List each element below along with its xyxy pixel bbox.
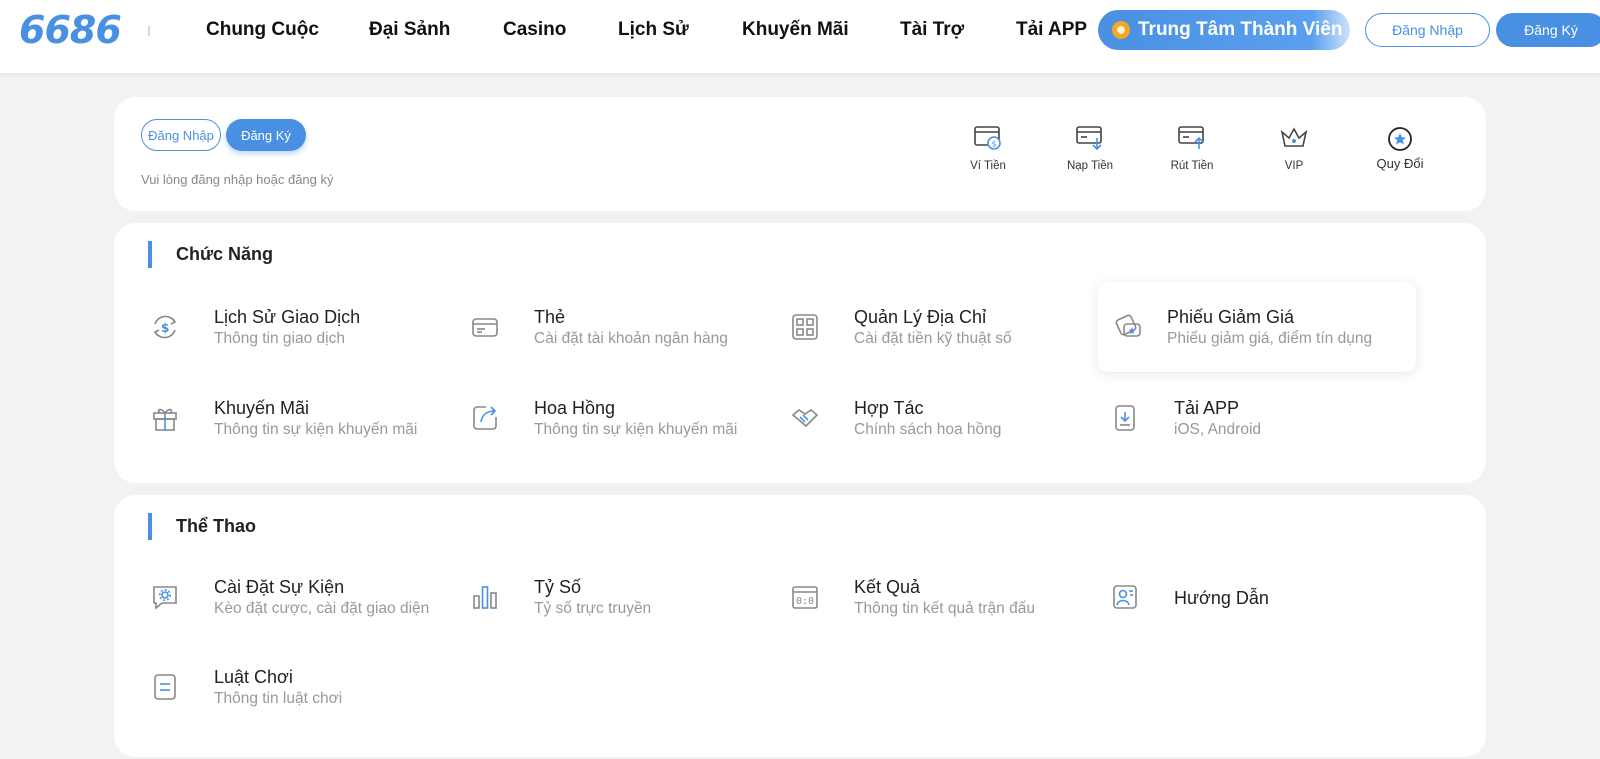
quick-exchange[interactable]: Quy Đổi (1360, 124, 1440, 171)
member-emoji-icon (1112, 21, 1130, 39)
sport-title: Luật Chơi (214, 667, 293, 687)
site-logo[interactable]: 6686 (19, 8, 122, 52)
nav-dai-sanh[interactable]: Đại Sảnh (369, 0, 450, 60)
chat-gear-icon (153, 586, 177, 610)
func-subtitle: Phiếu giảm giá, điểm tín dụng (1167, 330, 1373, 347)
sport-title: Hướng Dẫn (1174, 588, 1269, 608)
sports-section-title: Thể Thao (148, 513, 256, 540)
func-subtitle: Thông tin sự kiện khuyến mãi (534, 421, 738, 438)
handshake-icon (791, 409, 819, 428)
sports-card: Thể Thao Cài Đặt Sự Kiện Kèo đặt cược, c… (114, 495, 1486, 757)
func-subtitle: Cài đặt tài khoản ngân hàng (534, 330, 728, 347)
quick-withdraw[interactable]: Rút Tiền (1152, 124, 1232, 172)
svg-text:$: $ (161, 321, 169, 335)
func-title: Thẻ (534, 307, 566, 327)
dollar-cycle-icon: $ (153, 315, 177, 339)
func-commission[interactable]: Hoa Hồng Thông tin sự kiện khuyến mãi (444, 373, 760, 463)
func-subtitle: Chính sách hoa hồng (854, 421, 1002, 438)
nav-khuyen-mai[interactable]: Khuyến Mãi (742, 0, 849, 60)
func-subtitle: iOS, Android (1174, 421, 1262, 438)
svg-text:$: $ (992, 140, 997, 149)
share-arrow-icon (473, 406, 497, 430)
gift-icon (153, 408, 177, 431)
func-cooperation[interactable]: Hợp Tác Chính sách hoa hồng (764, 373, 1080, 463)
quick-wallet[interactable]: $ Ví Tiền (948, 124, 1028, 172)
member-center-button[interactable]: Trung Tâm Thành Viên (1098, 10, 1350, 50)
nav-chung-cuoc[interactable]: Chung Cuộc (206, 0, 319, 60)
quick-deposit-label: Nạp Tiền (1066, 160, 1114, 172)
nav-lich-su[interactable]: Lịch Sử (618, 0, 689, 60)
func-subtitle: Thông tin giao dịch (214, 330, 345, 347)
func-title: Khuyến Mãi (214, 398, 310, 418)
quick-vip[interactable]: VIP (1254, 124, 1334, 172)
func-title: Phiếu Giảm Giá (1167, 307, 1295, 327)
deposit-icon (1076, 126, 1102, 151)
func-download-app[interactable]: Tải APP iOS, Android (1084, 373, 1400, 463)
crown-icon (1280, 127, 1308, 147)
wallet-icon: $ (974, 126, 1001, 150)
user-card: Đăng Nhập Đăng Ký Vui lòng đăng nhập hoặ… (114, 97, 1486, 211)
func-subtitle: Cài đặt tiền kỹ thuật số (854, 330, 1012, 347)
logo-divider (148, 26, 150, 36)
nav-casino[interactable]: Casino (503, 0, 566, 60)
sport-subtitle: Thông tin kết quả trận đấu (854, 600, 1035, 617)
func-promotions[interactable]: Khuyến Mãi Thông tin sự kiện khuyến mãi (124, 373, 440, 463)
func-coupon[interactable]: Phiếu Giảm Giá Phiếu giảm giá, điểm tín … (1098, 282, 1416, 372)
withdraw-icon (1178, 126, 1204, 149)
svg-text:0:0: 0:0 (796, 596, 814, 607)
func-subtitle: Thông tin sự kiện khuyến mãi (214, 421, 418, 438)
sport-scores[interactable]: Tỷ Số Tỷ số trực truyền (444, 552, 760, 642)
sport-title: Cài Đặt Sự Kiện (214, 577, 345, 597)
sport-title: Tỷ Số (534, 577, 582, 597)
func-address-management[interactable]: Quản Lý Địa Chỉ Cài đặt tiền kỹ thuật số (764, 282, 1080, 372)
func-title: Lịch Sử Giao Dịch (214, 307, 361, 327)
sport-event-settings[interactable]: Cài Đặt Sự Kiện Kèo đặt cược, cài đặt gi… (124, 552, 440, 642)
func-title: Hợp Tác (854, 398, 924, 418)
rules-icon (154, 674, 176, 700)
sport-guide[interactable]: Hướng Dẫn (1084, 552, 1400, 642)
func-card[interactable]: Thẻ Cài đặt tài khoản ngân hàng (444, 282, 760, 372)
quick-vip-label: VIP (1284, 160, 1304, 172)
card-register-button[interactable]: Đăng Ký (226, 119, 306, 151)
quick-exchange-label: Quy Đổi (1376, 156, 1424, 171)
nav-tai-app[interactable]: Tải APP (1016, 0, 1087, 60)
func-transaction-history[interactable]: $ Lịch Sử Giao Dịch Thông tin giao dịch (124, 282, 440, 372)
func-title: Hoa Hồng (534, 398, 616, 418)
card-icon (472, 318, 498, 337)
bar-chart-icon (473, 586, 497, 609)
func-title: Quản Lý Địa Chỉ (854, 307, 987, 327)
sport-subtitle: Kèo đặt cược, cài đặt giao diện (214, 600, 430, 617)
login-button[interactable]: Đăng Nhập (1365, 13, 1490, 47)
quick-wallet-label: Ví Tiền (970, 160, 1006, 172)
exchange-star-icon (1388, 127, 1412, 151)
sport-results[interactable]: 0:0 Kết Quả Thông tin kết quả trận đấu (764, 552, 1080, 642)
top-navigation-bar: 6686 Chung Cuộc Đại Sảnh Casino Lịch Sử … (0, 0, 1600, 73)
coupon-icon (1115, 314, 1141, 337)
guide-icon (1113, 585, 1137, 609)
sport-rules[interactable]: Luật Chơi Thông tin luật chơi (124, 642, 440, 732)
sport-subtitle: Tỷ số trực truyền (534, 600, 652, 617)
qr-icon (792, 314, 818, 340)
scoreboard-icon: 0:0 (792, 586, 818, 609)
sport-title: Kết Quả (854, 577, 921, 597)
sport-subtitle: Thông tin luật chơi (214, 690, 343, 707)
member-center-label: Trung Tâm Thành Viên (1138, 19, 1343, 40)
download-icon (1115, 405, 1135, 431)
login-hint: Vui lòng đăng nhập hoặc đăng ký (141, 172, 334, 187)
functions-card: Chức Năng $ Lịch Sử Giao Dịch Thông tin … (114, 223, 1486, 483)
register-button[interactable]: Đăng Ký (1496, 13, 1600, 47)
nav-tai-tro[interactable]: Tài Trợ (900, 0, 964, 60)
quick-deposit[interactable]: Nạp Tiền (1050, 124, 1130, 172)
card-login-button[interactable]: Đăng Nhập (141, 119, 221, 151)
quick-withdraw-label: Rút Tiền (1170, 160, 1214, 172)
functions-section-title: Chức Năng (148, 241, 273, 268)
func-title: Tải APP (1174, 398, 1240, 418)
